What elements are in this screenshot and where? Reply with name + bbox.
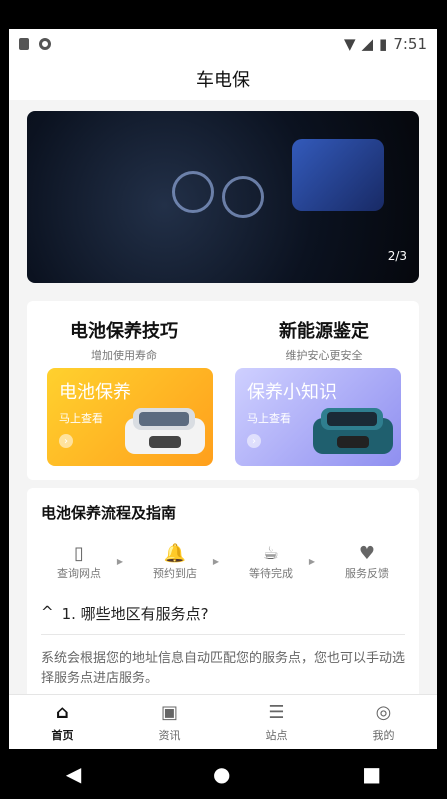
gauge-left-icon [172, 171, 214, 213]
arrow-right-icon: ▶ [212, 557, 219, 566]
feature-subtitle: 增加使用寿命 [91, 349, 157, 362]
step-label: 服务反馈 [345, 567, 389, 580]
tab-label: 站点 [265, 728, 288, 742]
knowledge-tile[interactable]: 保养小知识 马上查看 › [235, 368, 401, 466]
battery-maintenance-tile[interactable]: 电池保养 马上查看 › [47, 368, 213, 466]
guide-section: 电池保养流程及指南 ▯ 查询网点 ▶ 🔔 预约到店 ▶ ☕ 等待完成 ▶ ♥ 服… [27, 488, 419, 728]
tab-stations[interactable]: ☰ 站点 [237, 702, 317, 743]
faq-question[interactable]: ^ 1. 哪些地区有服务点? [41, 603, 405, 635]
tab-label: 我的 [372, 728, 395, 742]
home-icon: ⌂ [56, 701, 69, 723]
signal-icon: ◢ [361, 34, 374, 53]
sd-card-icon [19, 37, 29, 50]
status-bar: ▼ ◢ ▮ 7:51 [9, 29, 437, 58]
phone-screen: ▼ ◢ ▮ 7:51 车电保 2/3 电池保养技巧 增加使用寿命 电池保养 马上… [9, 29, 437, 749]
step-label: 预约到店 [153, 567, 197, 580]
feature-card: 电池保养技巧 增加使用寿命 电池保养 马上查看 › 新能源鉴定 维护安心更安全 … [27, 301, 419, 480]
section-title: 电池保养流程及指南 [41, 504, 177, 522]
feature-subtitle: 维护安心更安全 [285, 349, 363, 362]
recent-apps-button[interactable]: ■ [362, 762, 381, 786]
step-find-outlet[interactable]: ▯ 查询网点 ▶ [45, 543, 123, 581]
step-label: 等待完成 [249, 567, 293, 580]
faq-question-text: 1. 哪些地区有服务点? [61, 605, 209, 623]
system-nav-bar: ◀ ● ■ [0, 749, 447, 799]
circle-dot-icon [39, 37, 51, 50]
phone-icon: ▯ [74, 543, 84, 564]
banner-index: 2/3 [387, 249, 407, 263]
tab-profile[interactable]: ◎ 我的 [344, 702, 424, 743]
arrow-right-icon: › [247, 434, 261, 448]
process-steps: ▯ 查询网点 ▶ 🔔 预约到店 ▶ ☕ 等待完成 ▶ ♥ 服务反馈 [27, 523, 419, 581]
bottom-tab-bar: ⌂ 首页 ▣ 资讯 ☰ 站点 ◎ 我的 [9, 694, 437, 749]
step-label: 查询网点 [57, 567, 101, 580]
car-image [125, 408, 205, 454]
user-icon: ◎ [375, 701, 392, 723]
list-icon: ☰ [268, 701, 285, 723]
arrow-right-icon: ▶ [308, 557, 315, 566]
app-title: 车电保 [9, 58, 437, 100]
dashboard-screen-image [292, 139, 384, 211]
step-feedback[interactable]: ♥ 服务反馈 [333, 543, 401, 581]
tab-label: 资讯 [158, 728, 181, 742]
battery-icon: ▮ [379, 34, 388, 53]
step-wait-completion[interactable]: ☕ 等待完成 ▶ [237, 543, 315, 581]
feature-title: 新能源鉴定 [279, 321, 369, 342]
feature-battery: 电池保养技巧 增加使用寿命 [41, 301, 207, 363]
arrow-right-icon: ▶ [116, 557, 123, 566]
step-book-visit[interactable]: 🔔 预约到店 ▶ [141, 543, 219, 581]
banner-carousel[interactable]: 2/3 [27, 111, 419, 283]
feature-title: 电池保养技巧 [70, 321, 178, 342]
back-button[interactable]: ◀ [66, 762, 81, 786]
news-icon: ▣ [160, 701, 178, 723]
gauge-right-icon [222, 176, 264, 218]
bell-icon: 🔔 [163, 543, 187, 564]
tile-sub: 马上查看 [59, 412, 103, 425]
car-image [313, 408, 393, 454]
wifi-icon: ▼ [343, 34, 356, 53]
faq-answer: 系统会根据您的地址信息自动匹配您的服务点，您也可以手动选择服务点进店服务。 [41, 651, 406, 686]
tab-home[interactable]: ⌂ 首页 [23, 702, 103, 743]
heart-icon: ♥ [358, 543, 376, 564]
chevron-up-icon: ^ [41, 603, 54, 621]
feature-new-energy: 新能源鉴定 维护安心更安全 [241, 301, 407, 363]
arrow-right-icon: › [59, 434, 73, 448]
tile-sub: 马上查看 [247, 412, 291, 425]
cup-icon: ☕ [262, 543, 280, 564]
tab-news[interactable]: ▣ 资讯 [130, 702, 210, 743]
tab-label: 首页 [51, 728, 74, 742]
home-button[interactable]: ● [213, 762, 230, 786]
status-time: 7:51 [393, 34, 427, 53]
